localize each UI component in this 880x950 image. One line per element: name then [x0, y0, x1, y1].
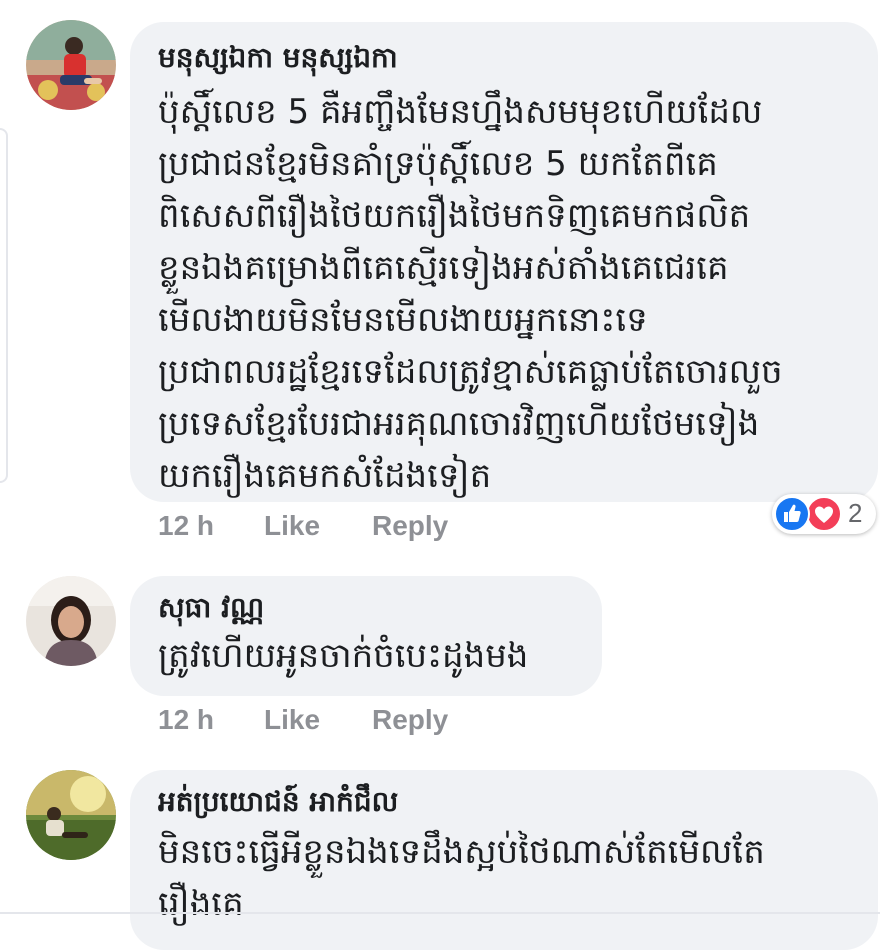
- comment-bubble: មនុស្សឯកា មនុស្សឯកា ប៉ុស្តិ៍លេខ 5 គឺអញ្ច…: [130, 22, 878, 502]
- avatar-photo: [26, 576, 116, 666]
- comment-text-line: ខ្លួនឯងគម្រោងពីគេស្មើរទៀងអស់តាំងគេជេរគេ: [158, 248, 729, 288]
- comment-text-line: ប្រជាពលរដ្ឋខ្មែរទេដែលត្រូវខ្មាស់គេធ្លាប់…: [158, 352, 783, 392]
- comment-actions: 12 h Like Reply: [158, 510, 448, 542]
- comment-bubble: សុធា វណ្ណ ត្រូវហើយអូនចាក់ចំបេះដូងមង: [130, 576, 602, 696]
- reply-button[interactable]: Reply: [372, 704, 448, 736]
- like-icon: [774, 496, 810, 532]
- comment-author[interactable]: សុធា វណ្ណ: [158, 590, 578, 626]
- comment-text-line: ប្រជាជនខ្មែរមិនគាំទ្រប៉ុស្តិ៍លេខ 5 យកតែព…: [158, 144, 718, 184]
- comment-1: មនុស្សឯកា មនុស្សឯកា ប៉ុស្តិ៍លេខ 5 គឺអញ្ច…: [0, 0, 880, 560]
- comment-text-line: ត្រូវហើយអូនចាក់ចំបេះដូងមង: [158, 636, 529, 676]
- avatar[interactable]: [26, 770, 116, 860]
- avatar-photo: [26, 770, 116, 860]
- comment-bubble: អត់ប្រយោជន៍ អាកំជឹល មិនចេះធ្វើអីខ្លួនឯងទ…: [130, 770, 878, 950]
- reaction-count: 2: [848, 498, 863, 528]
- love-icon: [806, 496, 842, 532]
- avatar[interactable]: [26, 20, 116, 110]
- comment-text-line: យករឿងគេមកសំដែងទៀត: [158, 456, 492, 496]
- comment-text-line: ពិសេសពីរឿងថៃយករឿងថៃមកទិញគេមកផលិត: [158, 196, 751, 236]
- comment-author[interactable]: អត់ប្រយោជន៍ អាកំជឹល: [158, 784, 854, 820]
- comment-actions: 12 h Like Reply: [158, 704, 448, 736]
- comment-timestamp[interactable]: 12 h: [158, 510, 264, 542]
- comment-text-line: ប្រទេសខ្មែរបែរជាអរគុណចោរវិញហើយថែមទៀង: [158, 404, 760, 444]
- avatar-photo: [26, 20, 116, 110]
- avatar[interactable]: [26, 576, 116, 666]
- reply-button[interactable]: Reply: [372, 510, 448, 542]
- comment-text-line: រឿងគេ: [158, 884, 244, 924]
- comment-text-line: ប៉ុស្តិ៍លេខ 5 គឺអញ្ចឹងមែនហ្នឹងសមមុខហើយដែ…: [158, 92, 763, 132]
- comment-text-line: មិនចេះធ្វើអីខ្លួនឯងទេដឹងស្អប់ថៃណាស់តែមើល…: [158, 832, 765, 872]
- comment-2: សុធា វណ្ណ ត្រូវហើយអូនចាក់ចំបេះដូងមង 12 h…: [0, 570, 880, 750]
- comment-3: អត់ប្រយោជន៍ អាកំជឹល មិនចេះធ្វើអីខ្លួនឯងទ…: [0, 770, 880, 950]
- comment-author[interactable]: មនុស្សឯកា មនុស្សឯកា: [158, 40, 854, 76]
- like-button[interactable]: Like: [264, 510, 372, 542]
- comment-timestamp[interactable]: 12 h: [158, 704, 264, 736]
- like-button[interactable]: Like: [264, 704, 372, 736]
- reaction-summary[interactable]: 2: [772, 494, 876, 534]
- bottom-divider: [0, 912, 880, 914]
- comment-text-line: មើលងាយមិនមែនមើលងាយអ្នកនោះទេ: [158, 300, 648, 340]
